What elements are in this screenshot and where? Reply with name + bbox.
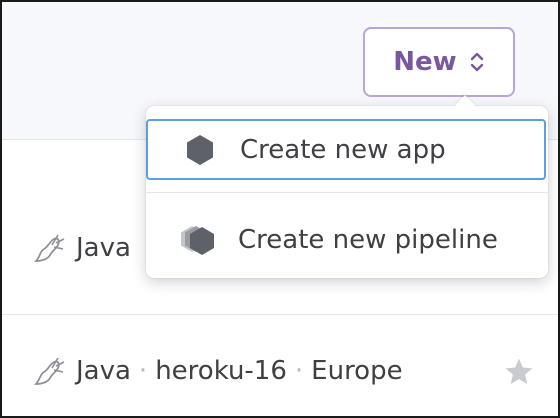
menu-divider xyxy=(146,192,548,193)
app-list-panel: New Java Java · heroku-16 · Europe Creat… xyxy=(0,0,560,418)
star-icon[interactable] xyxy=(502,356,536,392)
hexagon-icon xyxy=(182,132,222,168)
java-icon xyxy=(32,231,68,265)
app-stack: heroku-16 xyxy=(155,356,287,386)
app-language: Java xyxy=(76,356,131,386)
menu-item-label: Create new pipeline xyxy=(238,225,498,255)
new-button[interactable]: New xyxy=(363,27,515,97)
chevron-up-down-icon xyxy=(469,50,485,74)
app-region: Europe xyxy=(311,356,403,386)
app-language: Java xyxy=(76,233,131,263)
app-row[interactable]: Java · heroku-16 · Europe xyxy=(2,314,558,416)
new-dropdown-menu: Create new app Create new pipeline xyxy=(146,95,548,278)
create-new-app-item[interactable]: Create new app xyxy=(146,119,546,180)
app-meta: Java xyxy=(32,231,131,265)
java-icon xyxy=(32,354,68,388)
separator-dot: · xyxy=(294,356,304,386)
new-button-label: New xyxy=(393,47,457,77)
app-meta: Java · heroku-16 · Europe xyxy=(32,354,403,388)
menu-item-label: Create new app xyxy=(240,134,446,165)
separator-dot: · xyxy=(138,356,148,386)
stacked-hexagons-icon xyxy=(180,222,220,258)
create-new-pipeline-item[interactable]: Create new pipeline xyxy=(146,204,548,276)
